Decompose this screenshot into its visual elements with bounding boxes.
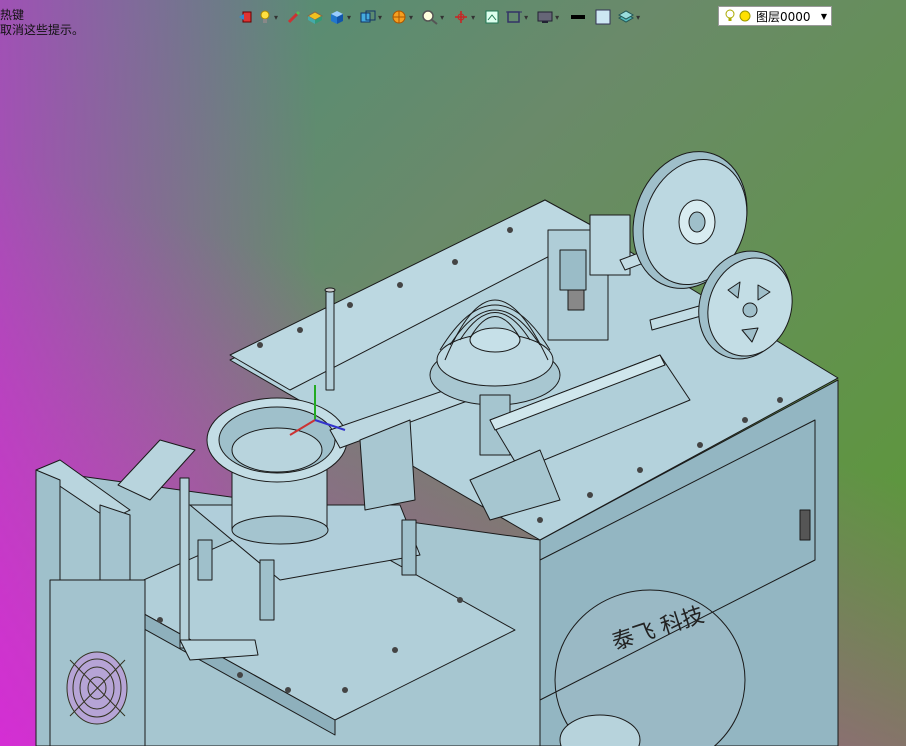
handle-rod (179, 477, 190, 649)
cabinet-latch (799, 509, 811, 541)
fan-grille (66, 651, 128, 725)
vertical-rod (325, 289, 335, 391)
model-viewport[interactable]: 泰飞 科技 (0, 0, 906, 746)
